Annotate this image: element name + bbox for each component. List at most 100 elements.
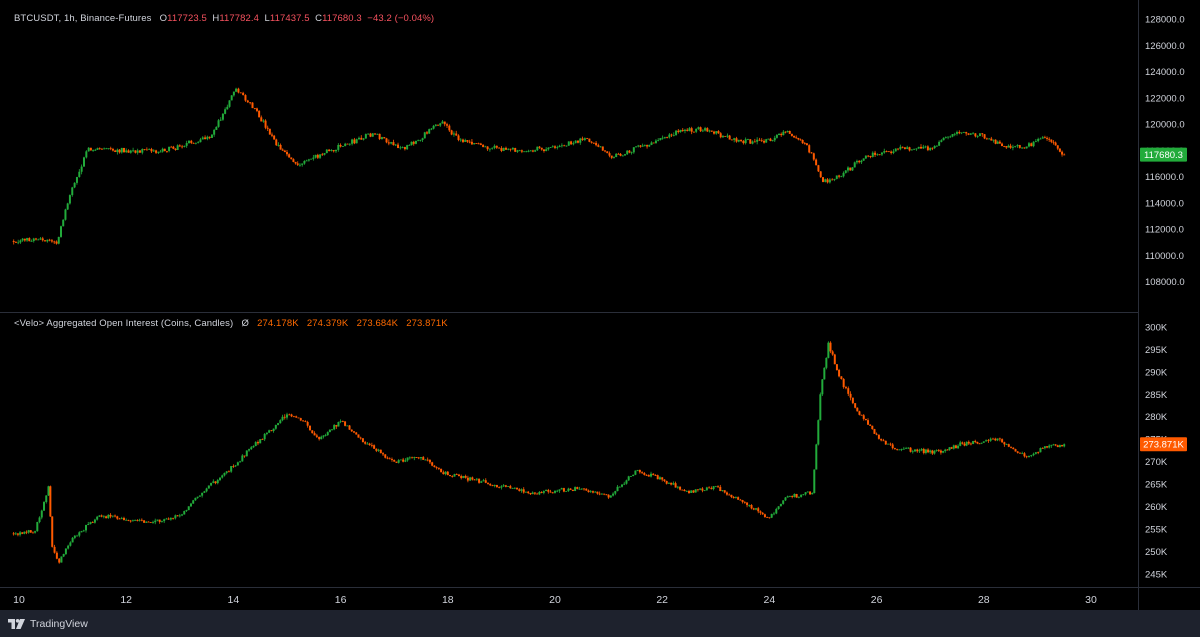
candle-body xyxy=(127,150,130,153)
candle-body xyxy=(434,124,437,126)
candle-body xyxy=(129,150,132,153)
price-pane[interactable] xyxy=(0,0,1138,312)
candle-body xyxy=(455,133,458,136)
candle-body xyxy=(439,123,442,126)
oi-tick-label: 285K xyxy=(1145,390,1168,401)
candle-body xyxy=(59,226,62,237)
price-tick-label: 116000.0 xyxy=(1145,172,1184,183)
oi-tick-label: 245K xyxy=(1145,569,1168,580)
candle-body xyxy=(916,449,919,452)
candle-body xyxy=(732,497,735,499)
candle-body xyxy=(891,444,894,449)
candle-body xyxy=(527,491,530,494)
candle-body xyxy=(58,558,61,563)
price-axis-area[interactable] xyxy=(1139,0,1200,587)
candle-body xyxy=(242,92,245,96)
candle-body xyxy=(813,469,816,494)
candle-body xyxy=(215,126,218,130)
candle-body xyxy=(1025,146,1028,149)
candle-body xyxy=(194,142,197,144)
candle-body xyxy=(36,522,39,532)
candle-body xyxy=(367,133,370,135)
oi-title[interactable]: <Velo> Aggregated Open Interest (Coins, … xyxy=(14,318,233,329)
candle-body xyxy=(504,147,507,150)
candle-body xyxy=(165,518,168,520)
oi-pane[interactable] xyxy=(0,313,1138,587)
candle-body xyxy=(424,459,427,461)
candle-body xyxy=(569,488,572,490)
candle-body xyxy=(89,522,92,525)
candle-body xyxy=(259,439,262,444)
candle-body xyxy=(713,131,716,134)
candle-body xyxy=(545,490,548,492)
candle-body xyxy=(399,459,402,461)
candle-body xyxy=(829,342,832,352)
candle-body xyxy=(163,148,166,151)
candle-body xyxy=(62,554,65,557)
symbol-title[interactable]: BTCUSDT, 1h, Binance-Futures xyxy=(14,13,151,24)
candle-body xyxy=(379,449,382,454)
candle-body xyxy=(156,519,159,521)
candle-body xyxy=(378,133,381,140)
candle-body xyxy=(869,424,872,426)
candle-body xyxy=(44,240,47,242)
candle-body xyxy=(353,431,355,433)
candle-body xyxy=(802,494,805,496)
candle-body xyxy=(560,488,563,490)
price-legend: BTCUSDT, 1h, Binance-Futures O117723.5 H… xyxy=(14,13,434,24)
candle-body xyxy=(967,133,970,135)
candle-body xyxy=(959,442,962,446)
candle-body xyxy=(364,442,367,444)
candle-body xyxy=(290,157,293,160)
candle-body xyxy=(1016,451,1019,453)
candle-body xyxy=(1052,141,1055,143)
candle-body xyxy=(172,146,175,149)
candle-body xyxy=(994,139,997,144)
candle-body xyxy=(390,459,393,460)
candle-body xyxy=(969,133,972,135)
candle-body xyxy=(1010,446,1013,448)
candle-body xyxy=(567,141,570,146)
candle-body xyxy=(1030,455,1033,457)
candle-body xyxy=(437,124,440,126)
candle-body xyxy=(580,488,583,490)
open-value: 117723.5 xyxy=(167,13,207,24)
candle-body xyxy=(120,147,123,153)
candle-body xyxy=(401,147,404,148)
candle-body xyxy=(428,129,431,134)
time-axis-area[interactable] xyxy=(0,588,1200,610)
candle-body xyxy=(603,493,606,495)
candle-body xyxy=(874,152,877,155)
candle-body xyxy=(386,457,389,459)
candle-body xyxy=(498,487,501,488)
candle-body xyxy=(205,488,208,492)
candle-body xyxy=(321,154,324,156)
candle-body xyxy=(12,533,15,535)
candle-body xyxy=(719,486,722,492)
candle-body xyxy=(576,487,579,489)
candle-body xyxy=(206,136,209,140)
candle-body xyxy=(835,364,838,371)
candle-body xyxy=(421,138,424,140)
candle-body xyxy=(926,146,929,151)
candle-body xyxy=(676,486,679,488)
candle-body xyxy=(734,497,737,499)
time-tick-label: 10 xyxy=(13,594,25,606)
candle-body xyxy=(408,145,411,146)
candle-body xyxy=(451,476,454,477)
candle-body xyxy=(758,139,761,141)
candle-body xyxy=(672,135,675,136)
candle-body xyxy=(183,511,186,515)
candle-body xyxy=(1048,445,1051,448)
candle-body xyxy=(920,146,923,149)
candle-body xyxy=(972,441,975,445)
candle-body xyxy=(362,138,365,140)
candle-body xyxy=(376,133,379,135)
candle-body xyxy=(109,148,112,150)
candle-body xyxy=(57,236,60,244)
candle-body xyxy=(679,486,682,490)
candle-body xyxy=(337,422,340,427)
tradingview-brand[interactable]: TradingView xyxy=(8,615,88,633)
candle-body xyxy=(383,137,386,139)
candle-body xyxy=(606,151,609,154)
